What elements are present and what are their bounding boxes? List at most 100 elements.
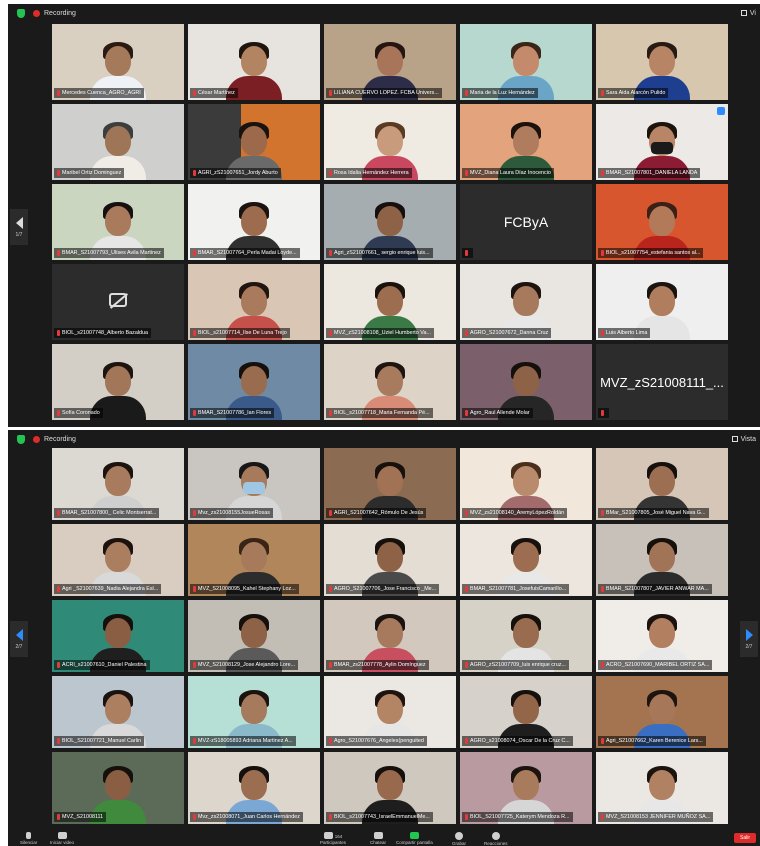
muted-mic-icon xyxy=(329,170,332,176)
options-icon[interactable] xyxy=(717,107,725,115)
view-button[interactable]: Vi xyxy=(737,7,760,19)
participant-tile[interactable]: AGRI_zS21007651_Jordy Aburto xyxy=(188,104,320,180)
participant-tile[interactable]: AGRO_s21008074_Oscar De la Cruz C... xyxy=(460,676,592,748)
participant-tile[interactable]: MVZ_S21008095_Kahel Stephany Loz... xyxy=(188,524,320,596)
muted-mic-icon xyxy=(193,330,196,336)
person-head xyxy=(377,46,403,76)
participant-tile[interactable]: ACRO_S21007690_MARIBEL ORTIZ SA... xyxy=(596,600,728,672)
person-head xyxy=(377,286,403,316)
muted-mic-icon xyxy=(57,510,60,516)
person-head xyxy=(649,542,675,572)
participants-button[interactable]: 164 Participantes xyxy=(320,832,346,845)
participant-tile[interactable]: MVZ_S21008111 xyxy=(52,752,184,824)
participant-tile[interactable]: BMAR_S21007764_Perla Madai Loyde... xyxy=(188,184,320,260)
participant-tile[interactable]: MVZ_zS21008108_Uziel Humberto Va... xyxy=(324,264,456,340)
participant-tile[interactable]: Mvz_zs21008071_Juan Carlos Hernández xyxy=(188,752,320,824)
chat-button[interactable]: Chatear xyxy=(370,832,386,845)
participant-tile[interactable]: BMAR_S21007781_JosefuisCamarillo... xyxy=(460,524,592,596)
participant-name-text: Maria de la Luz Hernández xyxy=(470,90,535,96)
shield-icon[interactable] xyxy=(17,8,25,18)
participant-tile[interactable]: Maria de la Luz Hernández xyxy=(460,24,592,100)
participant-tile[interactable]: FCByA xyxy=(460,184,592,260)
participant-tile[interactable]: BIOL_s21007754_estefania santos al... xyxy=(596,184,728,260)
reactions-button[interactable]: Reacciones xyxy=(484,832,508,846)
participant-tile[interactable]: BIOL_s21007743_IsraelEmmanuelMe... xyxy=(324,752,456,824)
muted-mic-icon xyxy=(193,510,196,516)
grid-view-icon xyxy=(740,10,747,16)
muted-mic-icon xyxy=(465,330,468,336)
participant-tile[interactable]: AGRI_S21007642_Rómulo De Jesús xyxy=(324,448,456,520)
participant-tile[interactable]: BMAR_S21007793_Ulises Avila Martinez xyxy=(52,184,184,260)
view-button[interactable]: Vista xyxy=(728,433,760,445)
person-head xyxy=(513,694,539,724)
participant-tile[interactable]: BMar_S21007805_José Miguel Nava G... xyxy=(596,448,728,520)
person-head xyxy=(241,618,267,648)
participant-name-text: BIOL_s21007748_Alberto Bazaldua xyxy=(62,330,149,336)
participant-tile[interactable]: Mercedes Cuenca_AGRO_AGRI xyxy=(52,24,184,100)
person-head xyxy=(649,694,675,724)
participant-tile[interactable]: Sofía Coronado xyxy=(52,344,184,420)
record-button[interactable]: Grabar xyxy=(452,832,466,846)
muted-mic-icon xyxy=(57,738,60,744)
participant-tile[interactable]: BMAR_S21007800_ Celic Montserrat... xyxy=(52,448,184,520)
participant-tile[interactable]: Agro_Raul Allende Molar xyxy=(460,344,592,420)
person-head xyxy=(649,286,675,316)
person-head xyxy=(241,286,267,316)
participant-tile[interactable]: BMAR_S21007801_DANIELA LANDA xyxy=(596,104,728,180)
participant-tile[interactable]: Agro_S21007676_Angeles(penguited xyxy=(324,676,456,748)
participant-tile[interactable]: MVZ_S21008129_Jose Alejandro Lore... xyxy=(188,600,320,672)
page-indicator: 1/7 xyxy=(15,231,23,238)
participant-tile[interactable]: LILIANA CUERVO LOPEZ. FCBA Univers... xyxy=(324,24,456,100)
next-page-button[interactable]: 2/7 xyxy=(740,621,758,657)
person-head xyxy=(377,126,403,156)
share-label: Compartir pantalla xyxy=(396,840,433,845)
recording-dot-icon xyxy=(33,435,40,443)
participant-tile[interactable]: MVZ_Diana Laura Díaz Inocencio xyxy=(460,104,592,180)
participant-tile[interactable]: BIOL_S21007725_Katerym Mendoza R... xyxy=(460,752,592,824)
prev-page-button[interactable]: 2/7 xyxy=(10,621,28,657)
prev-page-button[interactable]: 1/7 xyxy=(10,209,28,245)
person-head xyxy=(105,542,131,572)
participant-tile[interactable]: Agri _S21007639_Nadia Alejandra Esl... xyxy=(52,524,184,596)
start-video-button[interactable]: Iniciar video xyxy=(50,832,74,845)
leave-button[interactable]: Salir xyxy=(734,833,756,843)
participant-tile[interactable]: AGRO_zS21007709_luis enrique cruz... xyxy=(460,600,592,672)
participant-tile[interactable]: AGRO_S21007706_Jose Francisco _Me... xyxy=(324,524,456,596)
participant-tile[interactable]: MVZ_zS21008111_... xyxy=(596,344,728,420)
person-head xyxy=(377,542,403,572)
participant-tile[interactable]: MVZ_S21008153 JENNIFER MUÑOZ SA... xyxy=(596,752,728,824)
participant-name-text: Agro_Raul Allende Molar xyxy=(470,410,530,416)
muted-mic-icon xyxy=(329,586,332,592)
participant-tile[interactable]: Mvz_zs21008155JosueRosas xyxy=(188,448,320,520)
recording-dot-icon xyxy=(33,9,40,17)
participant-tile[interactable]: BIOL_s21007718_Maria Fernanda Pé... xyxy=(324,344,456,420)
mute-button[interactable]: Silenciar xyxy=(20,832,37,845)
muted-mic-icon xyxy=(57,814,60,820)
participant-tile[interactable]: BIOL_s21007714_Ilse De Luna Trejo xyxy=(188,264,320,340)
participant-name: Agro_Raul Allende Molar xyxy=(462,408,533,418)
participant-name-text: MVZ_Diana Laura Díaz Inocencio xyxy=(470,170,551,176)
participant-tile[interactable]: BMAR_S21007786_Ian Flores xyxy=(188,344,320,420)
participant-tile[interactable]: BMAR_zs21007778_Aylin Domínguez xyxy=(324,600,456,672)
participant-tile[interactable]: BIOL_S21007721_Manuel Carlin xyxy=(52,676,184,748)
participant-tile[interactable]: BMAR_S21007807_JAVIER ANWAR MA... xyxy=(596,524,728,596)
muted-mic-icon xyxy=(329,330,332,336)
participant-tile[interactable]: César Martínez xyxy=(188,24,320,100)
muted-mic-icon xyxy=(465,170,468,176)
shield-icon[interactable] xyxy=(17,434,25,444)
participant-tile[interactable]: Sara Aida Alarcón Pulido xyxy=(596,24,728,100)
participant-tile[interactable]: MVZ_zs21008140_AremyLópezRoldán xyxy=(460,448,592,520)
participant-tile[interactable]: Luis Alberto Lima xyxy=(596,264,728,340)
share-screen-button[interactable]: Compartir pantalla xyxy=(396,832,433,845)
participant-tile[interactable]: Maribel Ortiz Dominguez xyxy=(52,104,184,180)
participant-tile[interactable]: Rosa Idalia Hernández Herrera xyxy=(324,104,456,180)
participant-name-text: MVZ_S21008111 xyxy=(62,814,104,820)
muted-mic-icon xyxy=(329,662,332,668)
participant-tile[interactable]: BIOL_s21007748_Alberto Bazaldua xyxy=(52,264,184,340)
participant-tile[interactable]: ACRI_s21007610_Daniel Palestina xyxy=(52,600,184,672)
participant-tile[interactable]: AGRO_S21007672_Danna Cruz xyxy=(460,264,592,340)
participant-tile[interactable]: MVZ-zS18005893 Adriana Martinez A... xyxy=(188,676,320,748)
participant-tile[interactable]: Agri_S21007662_Karen Berenice Lars... xyxy=(596,676,728,748)
person-head xyxy=(513,286,539,316)
participant-tile[interactable]: Agri_zS21007661_ sergio enrique luis... xyxy=(324,184,456,260)
